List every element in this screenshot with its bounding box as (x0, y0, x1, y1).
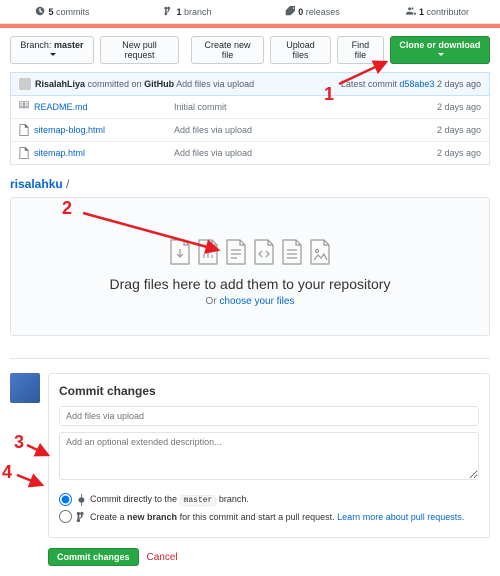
commit-newbranch-radio[interactable] (59, 510, 72, 523)
commit-sha[interactable]: d58abe3 (399, 79, 434, 89)
commit-heading: Commit changes (59, 384, 479, 398)
file-text-icon (225, 238, 247, 266)
file-time: 2 days ago (437, 148, 481, 158)
avatar-icon (19, 78, 31, 90)
commit-options: Commit directly to the master branch. Cr… (59, 493, 479, 523)
dropzone-subtitle: Or choose your files (21, 296, 479, 307)
commit-message[interactable]: Add files via upload (176, 79, 254, 89)
branch-select-button[interactable]: Branch: master (10, 36, 94, 64)
file-image-icon (309, 238, 331, 266)
file-bars-icon (197, 238, 219, 266)
commit-changes-button[interactable]: Commit changes (48, 548, 139, 566)
file-row[interactable]: sitemap.html Add files via upload 2 days… (11, 141, 489, 164)
repo-stats-bar: 5 commits 1 branch 0 releases 1 contribu… (0, 0, 500, 24)
file-name[interactable]: sitemap-blog.html (34, 125, 174, 135)
create-file-button[interactable]: Create new file (191, 36, 264, 64)
commit-description-input[interactable] (59, 432, 479, 480)
user-avatar (10, 373, 40, 403)
clone-download-button[interactable]: Clone or download (390, 36, 490, 64)
file-time: 2 days ago (437, 102, 481, 112)
stat-branches[interactable]: 1 branch (125, 6, 250, 17)
file-lines-icon (281, 238, 303, 266)
book-icon (19, 101, 29, 113)
stat-commits[interactable]: 5 commits (0, 6, 125, 17)
find-file-button[interactable]: Find file (337, 36, 384, 64)
branch-icon (163, 6, 173, 16)
file-row[interactable]: sitemap-blog.html Add files via upload 2… (11, 118, 489, 141)
repo-link[interactable]: risalahku (10, 177, 63, 191)
breadcrumb: risalahku / (10, 177, 490, 191)
file-commit-msg[interactable]: Add files via upload (174, 148, 437, 158)
upload-files-button[interactable]: Upload files (270, 36, 331, 64)
commit-newbranch-option[interactable]: Create a new branch for this commit and … (59, 510, 479, 523)
latest-commit-bar: RisalahLiya committed on GitHub Add file… (10, 72, 490, 96)
new-pull-request-button[interactable]: New pull request (100, 36, 179, 64)
commit-form: Commit changes Commit directly to the ma… (48, 373, 490, 538)
file-commit-msg[interactable]: Add files via upload (174, 125, 437, 135)
file-dropzone[interactable]: Drag files here to add them to your repo… (10, 197, 490, 336)
file-commit-msg[interactable]: Initial commit (174, 102, 437, 112)
commit-author[interactable]: RisalahLiya (35, 79, 85, 89)
history-icon (35, 6, 45, 16)
learn-more-link[interactable]: Learn more about pull requests. (337, 512, 464, 522)
dropzone-title: Drag files here to add them to your repo… (21, 276, 479, 292)
cancel-link[interactable]: Cancel (147, 552, 178, 563)
people-icon (406, 6, 416, 16)
repo-toolbar: Branch: master New pull request Create n… (0, 28, 500, 72)
commit-section: Commit changes Commit directly to the ma… (10, 373, 490, 538)
file-list: README.md Initial commit 2 days ago site… (10, 96, 490, 165)
file-icon (19, 147, 29, 159)
choose-files-link[interactable]: choose your files (219, 296, 294, 307)
commit-direct-radio[interactable] (59, 493, 72, 506)
file-icon (19, 124, 29, 136)
file-chart-down-icon (169, 238, 191, 266)
commit-actions: Commit changes Cancel (48, 548, 490, 566)
stat-releases[interactable]: 0 releases (250, 6, 375, 17)
file-code-icon (253, 238, 275, 266)
pull-request-icon (76, 511, 86, 523)
file-name[interactable]: README.md (34, 102, 174, 112)
divider (10, 358, 490, 359)
file-time: 2 days ago (437, 125, 481, 135)
file-name[interactable]: sitemap.html (34, 148, 174, 158)
commit-icon (76, 494, 86, 506)
commit-summary-input[interactable] (59, 406, 479, 426)
commit-direct-option[interactable]: Commit directly to the master branch. (59, 493, 479, 506)
stat-contributors[interactable]: 1 contributor (375, 6, 500, 17)
file-row[interactable]: README.md Initial commit 2 days ago (11, 96, 489, 118)
dropzone-icons (21, 238, 479, 266)
tag-icon (285, 6, 295, 16)
